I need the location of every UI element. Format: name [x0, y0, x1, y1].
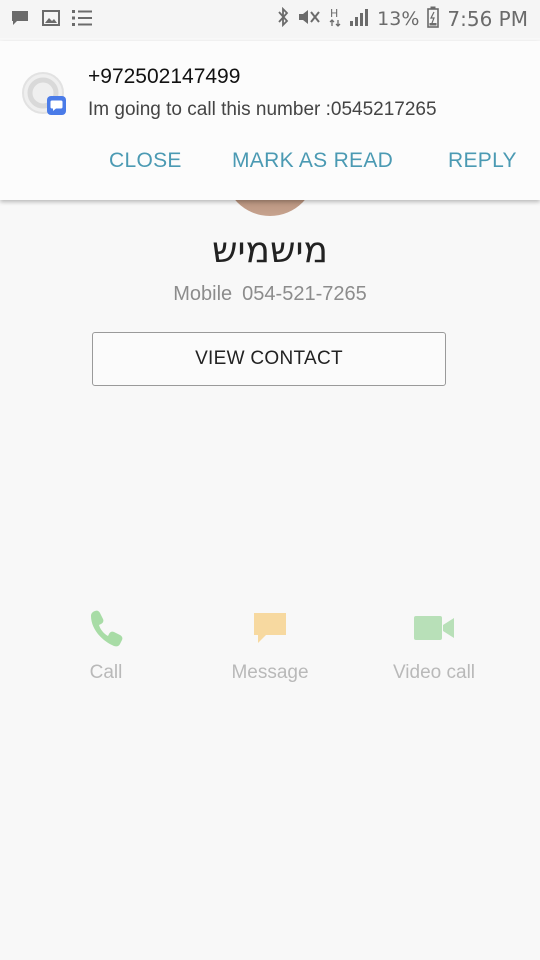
video-call-label: Video call — [392, 662, 476, 683]
close-button[interactable]: CLOSE — [109, 149, 182, 173]
status-bar: H 13% 7:56 PM — [0, 0, 540, 38]
messages-app-badge-icon — [47, 96, 66, 115]
network-h-icon: H — [329, 6, 341, 32]
notification-title: +972502147499 — [88, 65, 241, 88]
svg-text:H: H — [330, 7, 338, 20]
message-label: Message — [231, 662, 309, 683]
list-icon — [72, 9, 92, 31]
mark-as-read-button[interactable]: MARK AS READ — [232, 149, 393, 173]
video-call-action[interactable]: Video call — [369, 606, 499, 684]
mute-icon — [297, 7, 321, 31]
clock: 7:56 PM — [447, 7, 528, 31]
phone-number[interactable]: 054-521-7265 — [242, 283, 367, 305]
status-bar-left — [10, 8, 92, 32]
signal-icon — [349, 7, 369, 31]
notification-body: Im going to call this number :0545217265 — [88, 99, 437, 120]
bluetooth-icon — [277, 6, 289, 31]
battery-icon — [427, 6, 440, 32]
battery-percent: 13% — [377, 8, 420, 30]
view-contact-button[interactable]: VIEW CONTACT — [92, 332, 446, 386]
image-icon — [42, 9, 60, 31]
reply-button[interactable]: REPLY — [448, 149, 517, 173]
message-icon — [252, 610, 288, 650]
video-camera-icon — [413, 613, 455, 647]
contact-phone-line: Mobile 054-521-7265 — [0, 283, 540, 306]
contact-name: מישמיש — [211, 230, 328, 271]
status-bar-right: H 13% 7:56 PM — [277, 6, 528, 32]
call-label: Call — [89, 662, 123, 683]
call-action[interactable]: Call — [41, 606, 171, 684]
phone-type: Mobile — [173, 283, 233, 305]
chat-bubble-icon — [10, 8, 30, 32]
message-action[interactable]: Message — [205, 606, 335, 684]
phone-icon — [88, 608, 124, 652]
message-notification[interactable]: +972502147499 Im going to call this numb… — [0, 41, 540, 200]
